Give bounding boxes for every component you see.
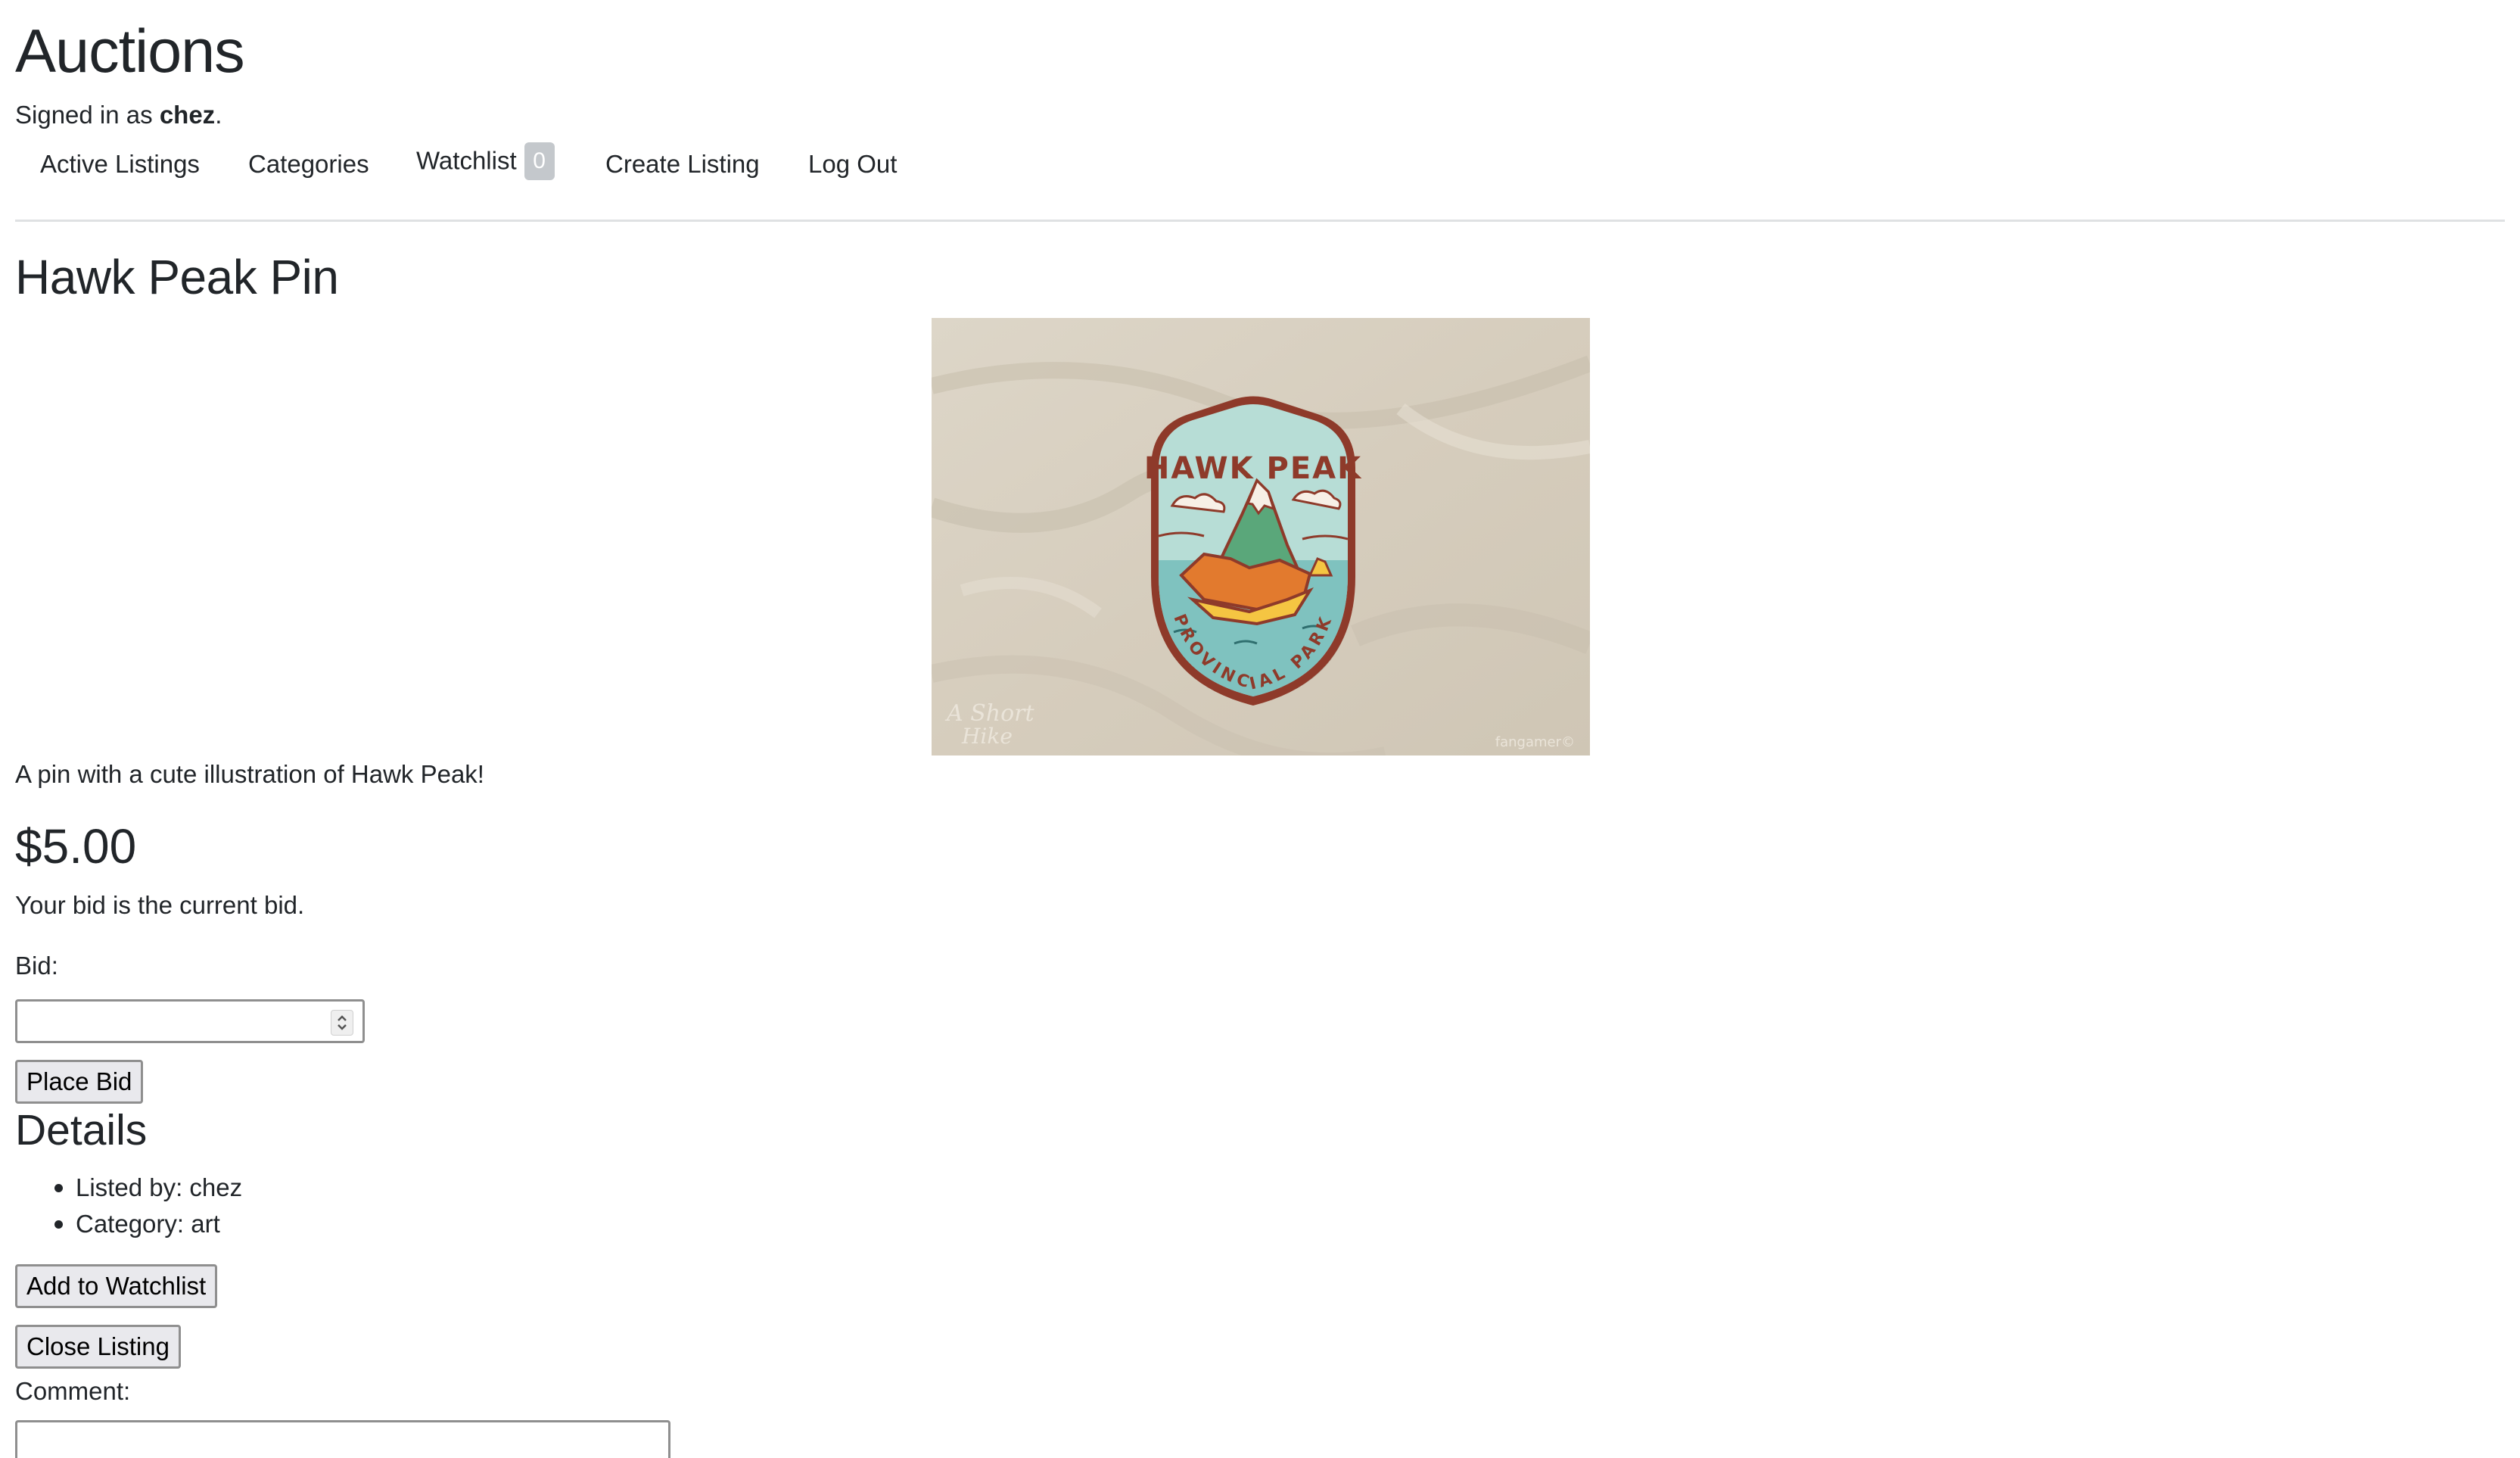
site-title: Auctions [15, 17, 245, 86]
watermark-left: A Short [944, 700, 1034, 727]
watchlist-count-badge: 0 [524, 142, 555, 180]
svg-text:Hike: Hike [961, 724, 1013, 749]
pin-top-text: HAWK PEAK [1144, 451, 1362, 486]
bid-status-message: Your bid is the current bid. [15, 891, 305, 919]
listing-description: A pin with a cute illustration of Hawk P… [15, 760, 484, 788]
signed-in-suffix: . [215, 101, 222, 129]
nav-watchlist-label: Watchlist [416, 146, 517, 175]
nav-create-listing[interactable]: Create Listing [605, 149, 760, 179]
page: Auctions Signed in as chez. Active Listi… [0, 0, 2520, 1458]
detail-listed-by: Listed by: chez [15, 1170, 242, 1206]
nav-active-listings[interactable]: Active Listings [40, 149, 200, 179]
close-listing-button[interactable]: Close Listing [15, 1325, 181, 1369]
hawk-peak-pin-photo: HAWK PEAK PROVINCIAL PARK A Short Hike f… [932, 318, 1590, 755]
nav-log-out[interactable]: Log Out [808, 149, 897, 179]
nav-watchlist[interactable]: Watchlist 0 [416, 142, 555, 182]
detail-category: Category: art [15, 1206, 242, 1242]
listing-price: $5.00 [15, 819, 137, 874]
header-divider [15, 220, 2505, 222]
signed-in-username: chez [159, 101, 216, 129]
comment-label: Comment: [15, 1377, 131, 1405]
details-list: Listed by: chez Category: art [15, 1170, 242, 1242]
signed-in-status: Signed in as chez. [15, 100, 222, 130]
bid-label: Bid: [15, 952, 58, 980]
comment-input[interactable] [15, 1420, 670, 1458]
details-heading: Details [15, 1106, 148, 1154]
add-to-watchlist-button[interactable]: Add to Watchlist [15, 1264, 218, 1308]
listing-image: HAWK PEAK PROVINCIAL PARK A Short Hike f… [932, 318, 1590, 755]
listing-title: Hawk Peak Pin [15, 250, 339, 304]
signed-in-prefix: Signed in as [15, 101, 160, 129]
number-spinner-icon[interactable] [331, 1010, 353, 1036]
watermark-right: fangamer© [1495, 734, 1575, 750]
bid-input[interactable] [15, 999, 365, 1043]
place-bid-button[interactable]: Place Bid [15, 1060, 144, 1104]
nav-categories[interactable]: Categories [248, 149, 369, 179]
